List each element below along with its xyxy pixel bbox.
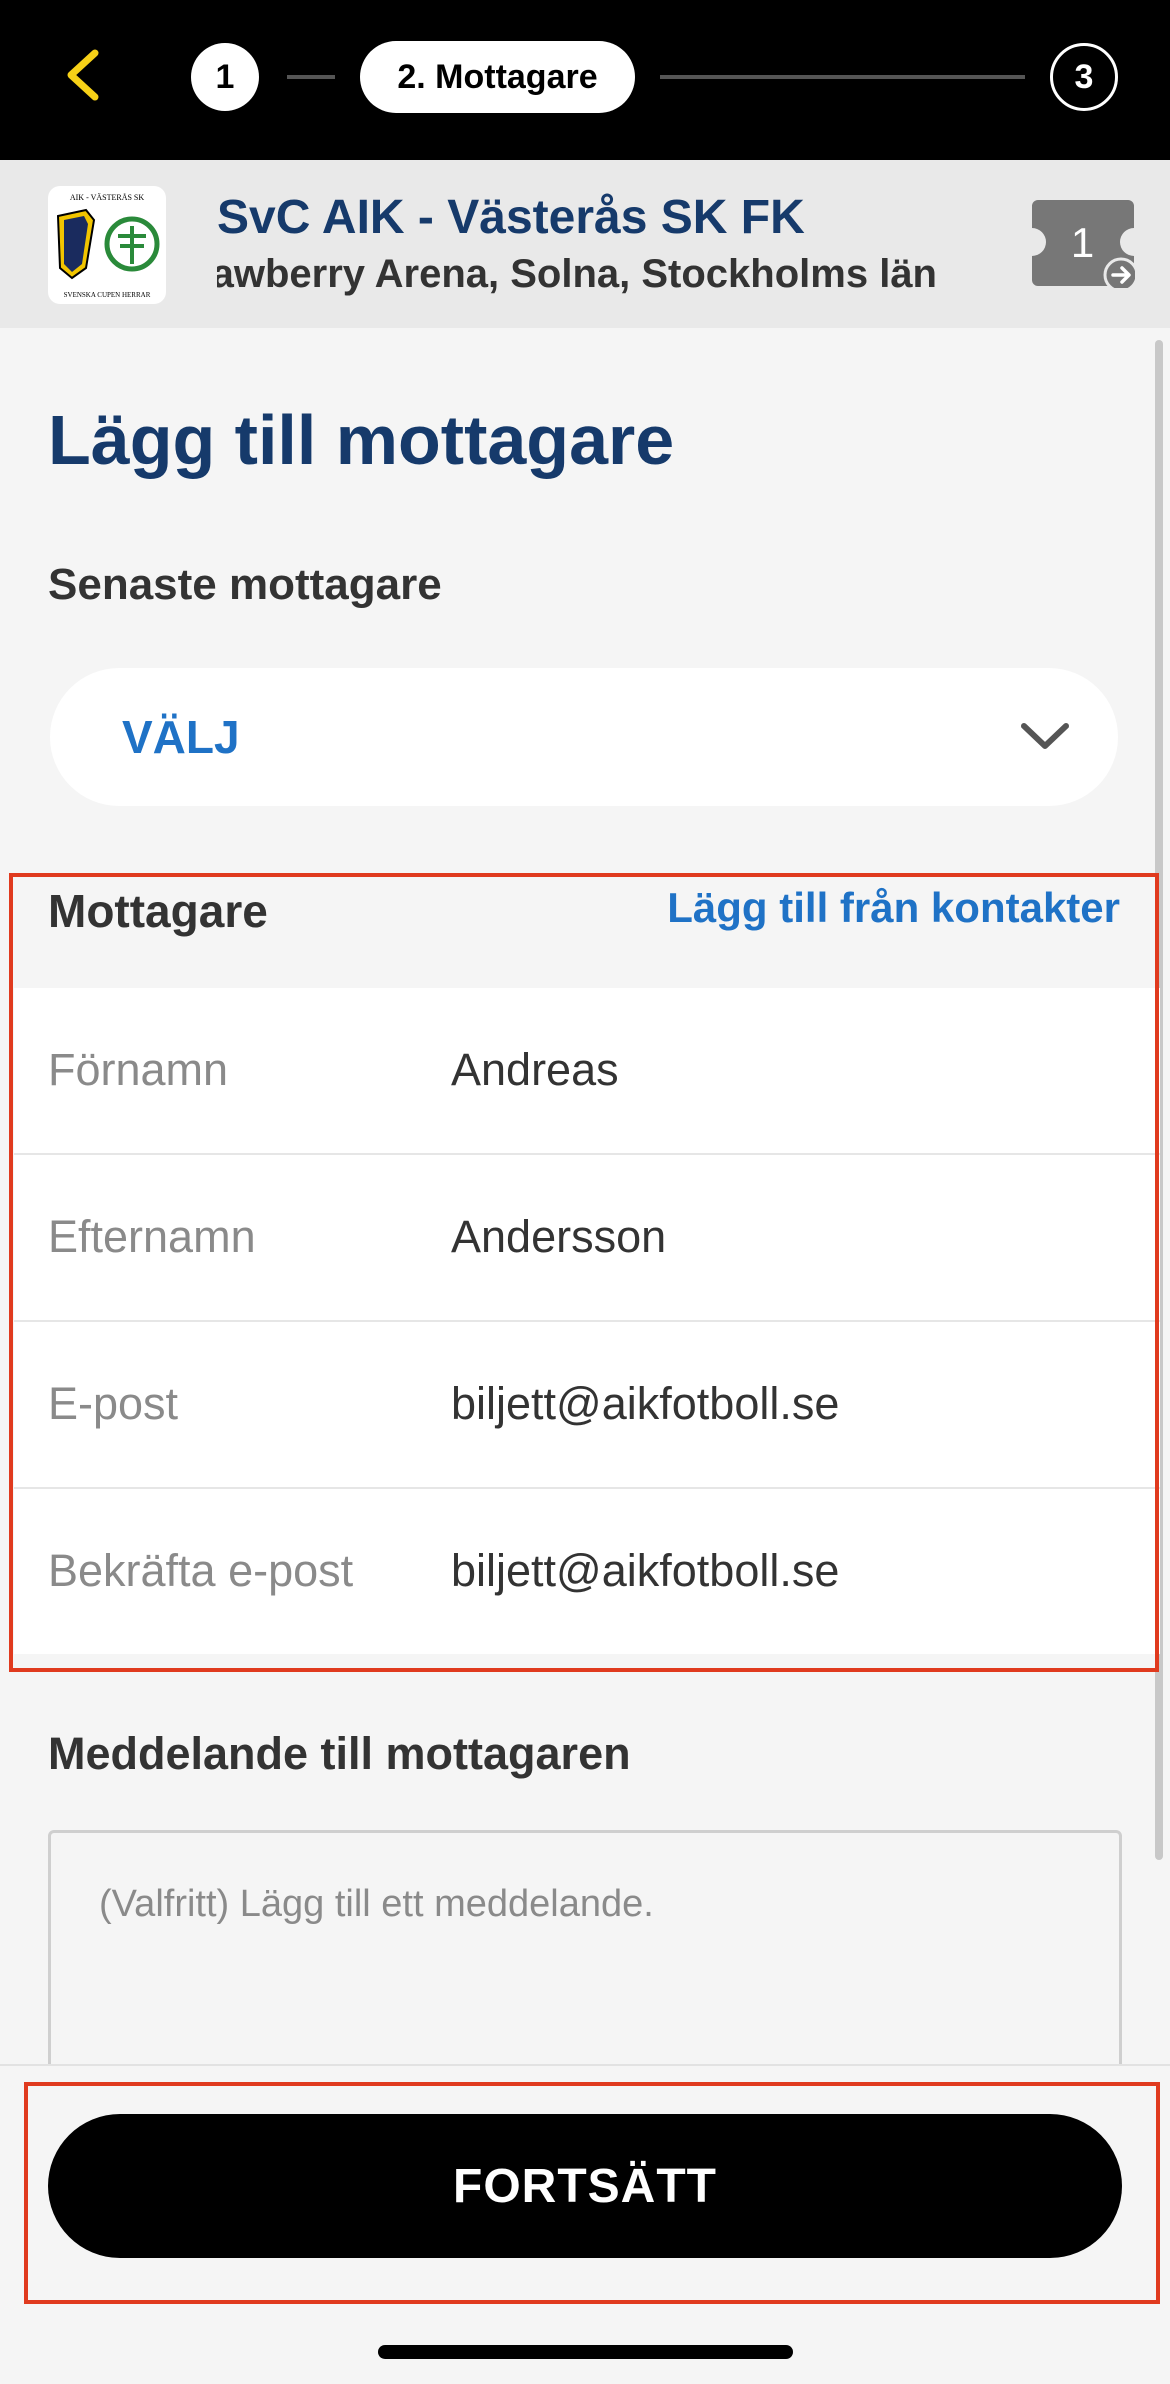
step-connector (287, 75, 335, 79)
field-value[interactable]: Andersson (451, 1211, 666, 1263)
field-value[interactable]: Andreas (451, 1044, 619, 1096)
field-label: Efternamn (48, 1211, 256, 1262)
last-name-field[interactable]: Efternamn Andersson (14, 1155, 1160, 1322)
match-logo: AIK - VÄSTERÅS SK SVENSKA CUPEN HERRAR (48, 186, 166, 304)
step-1-indicator[interactable]: 1 (191, 43, 259, 111)
field-label: E-post (48, 1378, 179, 1429)
recipient-fields: Förnamn Andreas Efternamn Andersson E-po… (14, 988, 1160, 1654)
continue-button[interactable]: FORTSÄTT (48, 2114, 1122, 2258)
recipient-section-title: Mottagare (48, 885, 268, 937)
step-3-indicator: 3 (1050, 43, 1118, 111)
confirm-email-field[interactable]: Bekräfta e-post biljett@aikfotboll.se (14, 1489, 1160, 1654)
top-stepper-bar: 1 2. Mottagare 3 (0, 0, 1170, 160)
step-2-indicator: 2. Mottagare (360, 41, 635, 113)
page-title: Lägg till mottagare (48, 401, 675, 479)
message-label: Meddelande till mottagaren (48, 1728, 631, 1779)
email-field[interactable]: E-post biljett@aikfotboll.se (14, 1322, 1160, 1489)
event-title: SvC AIK - Västerås SK FK (217, 191, 805, 244)
logo-text-top: AIK - VÄSTERÅS SK (70, 193, 145, 202)
chevron-down-icon (1020, 716, 1070, 756)
select-value: VÄLJ (122, 711, 240, 763)
recent-recipients-select[interactable]: VÄLJ (50, 668, 1118, 806)
message-placeholder: (Valfritt) Lägg till ett meddelande. (99, 1883, 654, 1925)
field-value[interactable]: biljett@aikfotboll.se (451, 1378, 839, 1430)
message-textarea[interactable]: (Valfritt) Lägg till ett meddelande. (48, 1830, 1122, 2080)
home-indicator (378, 2345, 793, 2359)
recent-recipients-label: Senaste mottagare (48, 560, 442, 609)
first-name-field[interactable]: Förnamn Andreas (14, 988, 1160, 1155)
logo-text-bottom: SVENSKA CUPEN HERRAR (64, 291, 151, 299)
field-label: Förnamn (48, 1044, 229, 1095)
step-connector (660, 75, 1025, 79)
event-venue: Strawberry Arena, Solna, Stockholms län (217, 252, 937, 296)
event-banner: AIK - VÄSTERÅS SK SVENSKA CUPEN HERRAR S… (0, 160, 1170, 328)
back-chevron-icon[interactable] (55, 45, 115, 105)
add-from-contacts-link[interactable]: Lägg till från kontakter (667, 884, 1120, 932)
field-label: Bekräfta e-post (48, 1545, 354, 1596)
ticket-count: 1 (1070, 219, 1095, 266)
field-value[interactable]: biljett@aikfotboll.se (451, 1545, 839, 1597)
